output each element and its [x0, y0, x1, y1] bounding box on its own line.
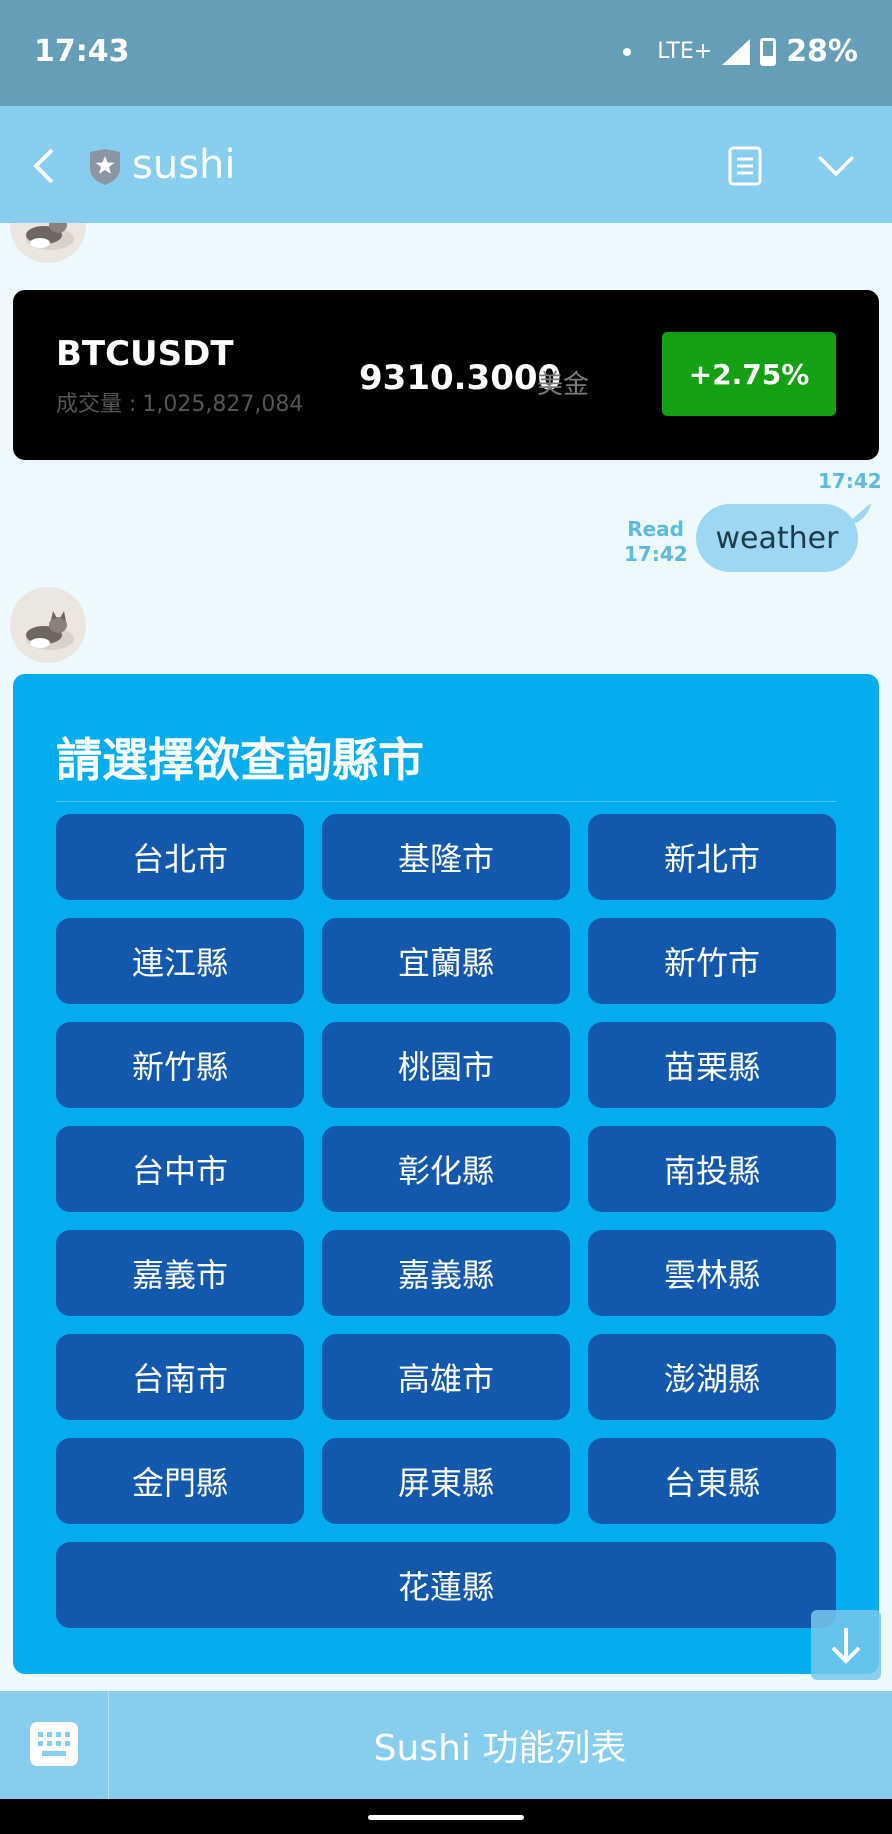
city-button[interactable]: 台東縣: [588, 1438, 836, 1524]
arrow-down-icon: [831, 1628, 861, 1664]
rich-menu-toggle[interactable]: Sushi 功能列表: [108, 1691, 892, 1799]
stock-price: 9310.3000: [359, 358, 562, 398]
city-button[interactable]: 台中市: [56, 1126, 304, 1212]
city-button[interactable]: 新竹縣: [56, 1022, 304, 1108]
currency-label: 美金: [537, 370, 590, 400]
message-timestamp: 17:42: [818, 469, 882, 493]
notification-dot-icon: [623, 47, 632, 56]
system-nav-bar: [0, 1799, 892, 1834]
keyboard-toggle-button[interactable]: [0, 1691, 109, 1799]
scroll-to-bottom-button[interactable]: [811, 1610, 881, 1680]
stock-symbol: BTCUSDT: [56, 334, 234, 374]
divider: [56, 801, 836, 802]
status-time: 17:43: [34, 34, 130, 69]
city-button[interactable]: 苗栗縣: [588, 1022, 836, 1108]
outgoing-message-bubble[interactable]: weather: [696, 504, 858, 572]
city-button[interactable]: 基隆市: [322, 814, 570, 900]
verified-shield-icon: [90, 149, 120, 185]
city-button[interactable]: 連江縣: [56, 918, 304, 1004]
city-button[interactable]: 南投縣: [588, 1126, 836, 1212]
chat-header: sushi: [0, 106, 892, 223]
city-button[interactable]: 宜蘭縣: [322, 918, 570, 1004]
notes-icon[interactable]: [728, 146, 762, 186]
stock-ticker-card[interactable]: BTCUSDT 成交量 :1,025,827,084 9310.3000 美金 …: [13, 290, 879, 460]
city-button[interactable]: 新北市: [588, 814, 836, 900]
chevron-down-icon[interactable]: [816, 154, 856, 178]
keyboard-icon: [30, 1722, 78, 1766]
rich-menu-bar: Sushi 功能列表: [0, 1691, 892, 1799]
network-type: LTE+: [657, 39, 713, 64]
volume-label: 成交量 :: [56, 392, 137, 417]
city-button[interactable]: 澎湖縣: [588, 1334, 836, 1420]
battery-percent: 28%: [786, 34, 858, 69]
status-bar: 17:43 LTE+ 28%: [0, 0, 892, 106]
city-button[interactable]: 高雄市: [322, 1334, 570, 1420]
city-button[interactable]: 桃園市: [322, 1022, 570, 1108]
city-button[interactable]: 彰化縣: [322, 1126, 570, 1212]
city-button-grid: 台北市 基隆市 新北市連江縣 宜蘭縣 新竹市新竹縣 桃園市 苗栗縣台中市 彰化縣 南投縣嘉義市嘉…: [56, 814, 836, 1628]
signal-icon: [722, 38, 751, 65]
battery-icon: [760, 37, 777, 66]
chat-title: sushi: [132, 142, 236, 188]
back-arrow-icon[interactable]: [26, 144, 62, 188]
price-change-button[interactable]: +2.75%: [662, 332, 836, 416]
trading-volume: 成交量 :1,025,827,084: [56, 386, 303, 418]
read-time: 17:42: [624, 542, 688, 566]
city-button[interactable]: 雲林縣: [588, 1230, 836, 1316]
city-button[interactable]: 嘉義縣: [322, 1230, 570, 1316]
city-button[interactable]: 台南市: [56, 1334, 304, 1420]
home-indicator[interactable]: [368, 1815, 524, 1820]
chat-area[interactable]: BTCUSDT 成交量 :1,025,827,084 9310.3000 美金 …: [0, 223, 892, 1691]
city-button[interactable]: 金門縣: [56, 1438, 304, 1524]
cat-avatar-icon: [10, 223, 86, 263]
city-selection-card: 請選擇欲查詢縣市 台北市 基隆市 新北市連江縣 宜蘭縣 新竹市新竹縣 桃園市 苗栗縣台中市彰…: [13, 674, 879, 1674]
city-button[interactable]: 新竹市: [588, 918, 836, 1004]
status-icons: LTE+ 28%: [623, 34, 858, 69]
read-receipt: Read 17:42: [624, 517, 688, 567]
card-title: 請選擇欲查詢縣市: [56, 733, 424, 787]
bot-avatar[interactable]: [10, 587, 86, 663]
cat-avatar-icon: [10, 587, 86, 663]
read-label: Read: [627, 517, 684, 541]
city-button[interactable]: 花蓮縣: [56, 1542, 836, 1628]
volume-value: 1,025,827,084: [142, 392, 304, 417]
city-button[interactable]: 台北市: [56, 814, 304, 900]
city-button[interactable]: 嘉義市: [56, 1230, 304, 1316]
city-button[interactable]: 屏東縣: [322, 1438, 570, 1524]
bot-avatar[interactable]: [10, 223, 86, 263]
